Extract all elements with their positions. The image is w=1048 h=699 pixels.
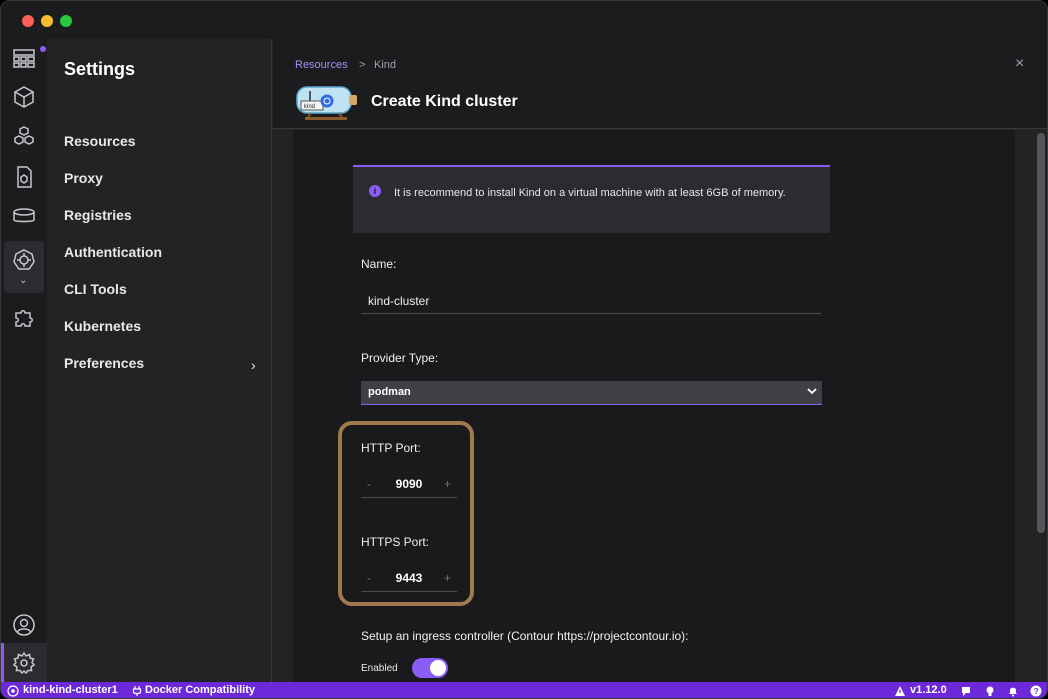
- breadcrumb-resources-link[interactable]: Resources: [295, 59, 348, 71]
- settings-icon[interactable]: [4, 643, 44, 683]
- nav-item-authentication[interactable]: Authentication: [64, 244, 162, 260]
- nav-item-kubernetes[interactable]: Kubernetes: [64, 318, 141, 334]
- http-port-stepper[interactable]: - 9090 +: [361, 473, 457, 498]
- scrollbar[interactable]: [1037, 133, 1045, 533]
- account-icon[interactable]: [4, 605, 44, 645]
- kind-logo-icon: kind: [296, 86, 357, 120]
- chevron-down-icon[interactable]: ⌄: [19, 275, 27, 286]
- lightbulb-icon[interactable]: [984, 685, 996, 697]
- volumes-icon[interactable]: [4, 196, 44, 236]
- settings-title: Settings: [64, 59, 136, 79]
- extensions-icon[interactable]: [4, 297, 44, 337]
- app-window: ⌄ Settings Resources Proxy Registries Au…: [0, 0, 1048, 699]
- feedback-icon[interactable]: [960, 685, 972, 697]
- warning-icon[interactable]: [894, 685, 906, 697]
- docker-compatibility[interactable]: Docker Compatibility: [145, 684, 255, 696]
- https-port-value[interactable]: 9443: [361, 571, 457, 585]
- name-label: Name:: [361, 257, 397, 271]
- nav-item-registries[interactable]: Registries: [64, 207, 132, 223]
- dashboard-icon[interactable]: [4, 39, 46, 79]
- info-icon: i: [369, 185, 381, 197]
- info-alert: i It is recommend to install Kind on a v…: [353, 165, 830, 233]
- pods-icon[interactable]: [4, 116, 44, 156]
- window-close-button[interactable]: [22, 15, 34, 27]
- https-port-increment-button[interactable]: +: [444, 571, 451, 585]
- icon-rail: ⌄: [1, 39, 47, 682]
- title-bar: [1, 1, 1047, 39]
- chevron-right-icon[interactable]: ›: [251, 357, 256, 373]
- page-title: Create Kind cluster: [371, 93, 518, 110]
- kubernetes-context-icon: [7, 685, 19, 697]
- settings-nav: Settings Resources Proxy Registries Auth…: [47, 39, 272, 682]
- provider-type-label: Provider Type:: [361, 351, 439, 365]
- provider-type-select[interactable]: podman: [361, 381, 822, 405]
- kubernetes-icon[interactable]: ⌄: [4, 241, 44, 293]
- ingress-toggle-label: Enabled: [361, 663, 398, 674]
- nav-item-proxy[interactable]: Proxy: [64, 170, 103, 186]
- plug-icon: [132, 686, 142, 696]
- chevron-down-icon: [807, 388, 817, 395]
- close-icon[interactable]: ×: [1015, 55, 1024, 73]
- http-port-value[interactable]: 9090: [361, 477, 457, 491]
- bell-icon[interactable]: [1007, 685, 1019, 697]
- https-port-label: HTTPS Port:: [361, 535, 430, 549]
- kube-context[interactable]: kind-kind-cluster1: [23, 684, 118, 696]
- breadcrumb-current: Kind: [374, 59, 397, 71]
- ingress-toggle[interactable]: [412, 658, 448, 678]
- toggle-knob: [430, 660, 446, 676]
- breadcrumb-separator: >: [359, 59, 366, 71]
- nav-item-preferences[interactable]: Preferences: [64, 355, 144, 371]
- ingress-controller-label: Setup an ingress controller (Contour htt…: [361, 629, 689, 643]
- name-input[interactable]: [361, 288, 821, 314]
- help-icon[interactable]: ?: [1030, 685, 1042, 697]
- http-port-increment-button[interactable]: +: [444, 477, 451, 491]
- svg-text:?: ?: [1034, 687, 1039, 696]
- nav-item-resources[interactable]: Resources: [64, 133, 136, 149]
- app-version[interactable]: v1.12.0: [910, 684, 947, 696]
- containers-icon[interactable]: [4, 77, 44, 117]
- status-bar: kind-kind-cluster1 Docker Compatibility …: [1, 682, 1047, 698]
- page-header: Resources > Kind × kind Create Kind clus…: [273, 39, 1047, 129]
- images-icon[interactable]: [4, 157, 44, 197]
- provider-type-value: podman: [368, 386, 411, 398]
- https-port-stepper[interactable]: - 9443 +: [361, 567, 457, 592]
- notification-dot: [40, 46, 46, 52]
- kind-logo-text: kind: [304, 104, 315, 110]
- alert-text: It is recommend to install Kind on a vir…: [394, 187, 786, 199]
- http-port-label: HTTP Port:: [361, 441, 421, 455]
- window-maximize-button[interactable]: [60, 15, 72, 27]
- nav-item-cli-tools[interactable]: CLI Tools: [64, 281, 127, 297]
- window-minimize-button[interactable]: [41, 15, 53, 27]
